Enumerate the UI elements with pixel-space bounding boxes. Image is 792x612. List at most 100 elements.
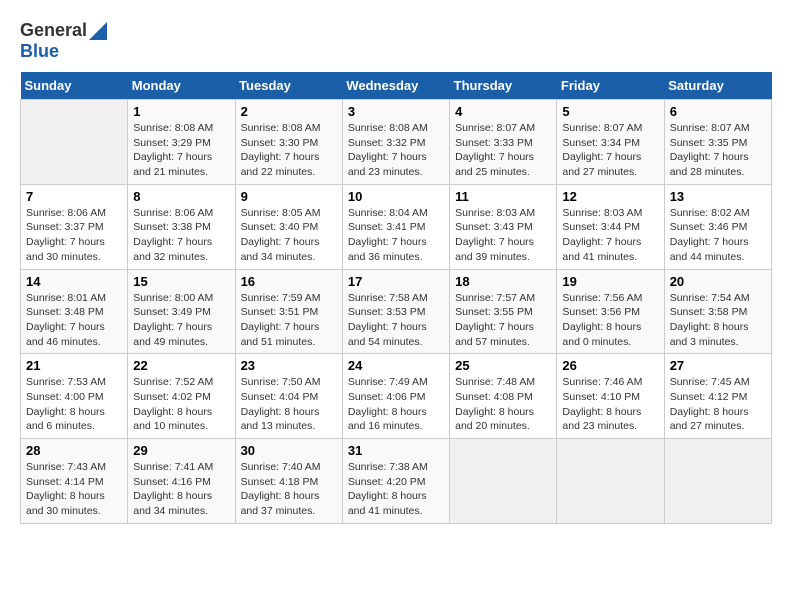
calendar-cell: 1 Sunrise: 8:08 AM Sunset: 3:29 PM Daylig… (128, 100, 235, 185)
calendar-cell: 11 Sunrise: 8:03 AM Sunset: 3:43 PM Dayli… (450, 184, 557, 269)
day-header-sunday: Sunday (21, 72, 128, 100)
calendar-cell: 4 Sunrise: 8:07 AM Sunset: 3:33 PM Daylig… (450, 100, 557, 185)
day-content: Sunrise: 7:54 AM Sunset: 3:58 PM Dayligh… (670, 291, 766, 350)
day-number: 4 (455, 104, 551, 119)
day-content: Sunrise: 7:49 AM Sunset: 4:06 PM Dayligh… (348, 375, 444, 434)
day-content: Sunrise: 7:38 AM Sunset: 4:20 PM Dayligh… (348, 460, 444, 519)
day-content: Sunrise: 8:01 AM Sunset: 3:48 PM Dayligh… (26, 291, 122, 350)
calendar-cell (557, 439, 664, 524)
calendar-week-2: 7 Sunrise: 8:06 AM Sunset: 3:37 PM Daylig… (21, 184, 772, 269)
day-number: 18 (455, 274, 551, 289)
day-content: Sunrise: 8:08 AM Sunset: 3:30 PM Dayligh… (241, 121, 337, 180)
calendar-cell: 26Sunrise: 7:46 AM Sunset: 4:10 PM Dayli… (557, 354, 664, 439)
day-number: 16 (241, 274, 337, 289)
calendar-cell: 28 Sunrise: 7:43 AM Sunset: 4:14 PM Dayli… (21, 439, 128, 524)
calendar-cell: 31 Sunrise: 7:38 AM Sunset: 4:20 PM Dayli… (342, 439, 449, 524)
day-number: 11 (455, 189, 551, 204)
day-content: Sunrise: 7:41 AM Sunset: 4:16 PM Dayligh… (133, 460, 229, 519)
day-number: 7 (26, 189, 122, 204)
day-number: 8 (133, 189, 229, 204)
day-number: 3 (348, 104, 444, 119)
day-content: Sunrise: 7:52 AM Sunset: 4:02 PM Dayligh… (133, 375, 229, 434)
calendar-week-1: 1 Sunrise: 8:08 AM Sunset: 3:29 PM Daylig… (21, 100, 772, 185)
day-number: 26 (562, 358, 658, 373)
day-content: Sunrise: 8:04 AM Sunset: 3:41 PM Dayligh… (348, 206, 444, 265)
calendar-cell: 6 Sunrise: 8:07 AM Sunset: 3:35 PM Daylig… (664, 100, 771, 185)
day-content: Sunrise: 7:40 AM Sunset: 4:18 PM Dayligh… (241, 460, 337, 519)
day-header-saturday: Saturday (664, 72, 771, 100)
day-content: Sunrise: 8:00 AM Sunset: 3:49 PM Dayligh… (133, 291, 229, 350)
calendar-cell: 27Sunrise: 7:45 AM Sunset: 4:12 PM Dayli… (664, 354, 771, 439)
logo-blue-text: Blue (20, 41, 107, 62)
day-number: 22 (133, 358, 229, 373)
logo: General Blue (20, 20, 107, 62)
day-content: Sunrise: 7:50 AM Sunset: 4:04 PM Dayligh… (241, 375, 337, 434)
day-number: 1 (133, 104, 229, 119)
calendar-week-3: 14 Sunrise: 8:01 AM Sunset: 3:48 PM Dayli… (21, 269, 772, 354)
calendar-week-4: 21Sunrise: 7:53 AM Sunset: 4:00 PM Dayli… (21, 354, 772, 439)
day-content: Sunrise: 8:03 AM Sunset: 3:44 PM Dayligh… (562, 206, 658, 265)
calendar-table: SundayMondayTuesdayWednesdayThursdayFrid… (20, 72, 772, 524)
calendar-cell: 22 Sunrise: 7:52 AM Sunset: 4:02 PM Dayli… (128, 354, 235, 439)
calendar-cell: 14 Sunrise: 8:01 AM Sunset: 3:48 PM Dayli… (21, 269, 128, 354)
day-content: Sunrise: 8:06 AM Sunset: 3:38 PM Dayligh… (133, 206, 229, 265)
calendar-cell: 13Sunrise: 8:02 AM Sunset: 3:46 PM Dayli… (664, 184, 771, 269)
day-content: Sunrise: 7:45 AM Sunset: 4:12 PM Dayligh… (670, 375, 766, 434)
day-number: 25 (455, 358, 551, 373)
calendar-header-row: SundayMondayTuesdayWednesdayThursdayFrid… (21, 72, 772, 100)
day-number: 28 (26, 443, 122, 458)
calendar-cell: 10Sunrise: 8:04 AM Sunset: 3:41 PM Dayli… (342, 184, 449, 269)
calendar-cell: 16Sunrise: 7:59 AM Sunset: 3:51 PM Dayli… (235, 269, 342, 354)
day-header-wednesday: Wednesday (342, 72, 449, 100)
day-number: 19 (562, 274, 658, 289)
day-content: Sunrise: 7:53 AM Sunset: 4:00 PM Dayligh… (26, 375, 122, 434)
calendar-cell: 7 Sunrise: 8:06 AM Sunset: 3:37 PM Daylig… (21, 184, 128, 269)
day-content: Sunrise: 7:43 AM Sunset: 4:14 PM Dayligh… (26, 460, 122, 519)
calendar-cell (450, 439, 557, 524)
day-content: Sunrise: 8:07 AM Sunset: 3:33 PM Dayligh… (455, 121, 551, 180)
day-content: Sunrise: 7:56 AM Sunset: 3:56 PM Dayligh… (562, 291, 658, 350)
day-content: Sunrise: 8:03 AM Sunset: 3:43 PM Dayligh… (455, 206, 551, 265)
calendar-cell: 9 Sunrise: 8:05 AM Sunset: 3:40 PM Daylig… (235, 184, 342, 269)
day-content: Sunrise: 8:06 AM Sunset: 3:37 PM Dayligh… (26, 206, 122, 265)
day-header-thursday: Thursday (450, 72, 557, 100)
calendar-cell: 3Sunrise: 8:08 AM Sunset: 3:32 PM Daylig… (342, 100, 449, 185)
day-content: Sunrise: 8:02 AM Sunset: 3:46 PM Dayligh… (670, 206, 766, 265)
day-number: 15 (133, 274, 229, 289)
calendar-cell: 30 Sunrise: 7:40 AM Sunset: 4:18 PM Dayli… (235, 439, 342, 524)
day-number: 24 (348, 358, 444, 373)
calendar-cell: 5 Sunrise: 8:07 AM Sunset: 3:34 PM Daylig… (557, 100, 664, 185)
day-content: Sunrise: 7:48 AM Sunset: 4:08 PM Dayligh… (455, 375, 551, 434)
day-content: Sunrise: 8:07 AM Sunset: 3:35 PM Dayligh… (670, 121, 766, 180)
calendar-cell: 21Sunrise: 7:53 AM Sunset: 4:00 PM Dayli… (21, 354, 128, 439)
day-content: Sunrise: 7:57 AM Sunset: 3:55 PM Dayligh… (455, 291, 551, 350)
calendar-cell (664, 439, 771, 524)
calendar-cell: 12 Sunrise: 8:03 AM Sunset: 3:44 PM Dayli… (557, 184, 664, 269)
calendar-cell: 29Sunrise: 7:41 AM Sunset: 4:16 PM Dayli… (128, 439, 235, 524)
day-content: Sunrise: 8:07 AM Sunset: 3:34 PM Dayligh… (562, 121, 658, 180)
day-header-tuesday: Tuesday (235, 72, 342, 100)
day-number: 14 (26, 274, 122, 289)
day-number: 6 (670, 104, 766, 119)
day-number: 31 (348, 443, 444, 458)
day-content: Sunrise: 8:05 AM Sunset: 3:40 PM Dayligh… (241, 206, 337, 265)
day-number: 12 (562, 189, 658, 204)
calendar-cell: 19 Sunrise: 7:56 AM Sunset: 3:56 PM Dayli… (557, 269, 664, 354)
calendar-cell (21, 100, 128, 185)
day-number: 17 (348, 274, 444, 289)
page-header: General Blue (20, 20, 772, 62)
calendar-cell: 25 Sunrise: 7:48 AM Sunset: 4:08 PM Dayli… (450, 354, 557, 439)
day-number: 23 (241, 358, 337, 373)
calendar-cell: 24 Sunrise: 7:49 AM Sunset: 4:06 PM Dayli… (342, 354, 449, 439)
day-number: 9 (241, 189, 337, 204)
calendar-cell: 20Sunrise: 7:54 AM Sunset: 3:58 PM Dayli… (664, 269, 771, 354)
calendar-cell: 2Sunrise: 8:08 AM Sunset: 3:30 PM Daylig… (235, 100, 342, 185)
calendar-cell: 15 Sunrise: 8:00 AM Sunset: 3:49 PM Dayli… (128, 269, 235, 354)
day-content: Sunrise: 8:08 AM Sunset: 3:29 PM Dayligh… (133, 121, 229, 180)
calendar-week-5: 28 Sunrise: 7:43 AM Sunset: 4:14 PM Dayli… (21, 439, 772, 524)
day-number: 30 (241, 443, 337, 458)
day-content: Sunrise: 7:58 AM Sunset: 3:53 PM Dayligh… (348, 291, 444, 350)
day-header-friday: Friday (557, 72, 664, 100)
logo-icon (89, 22, 107, 40)
day-number: 5 (562, 104, 658, 119)
